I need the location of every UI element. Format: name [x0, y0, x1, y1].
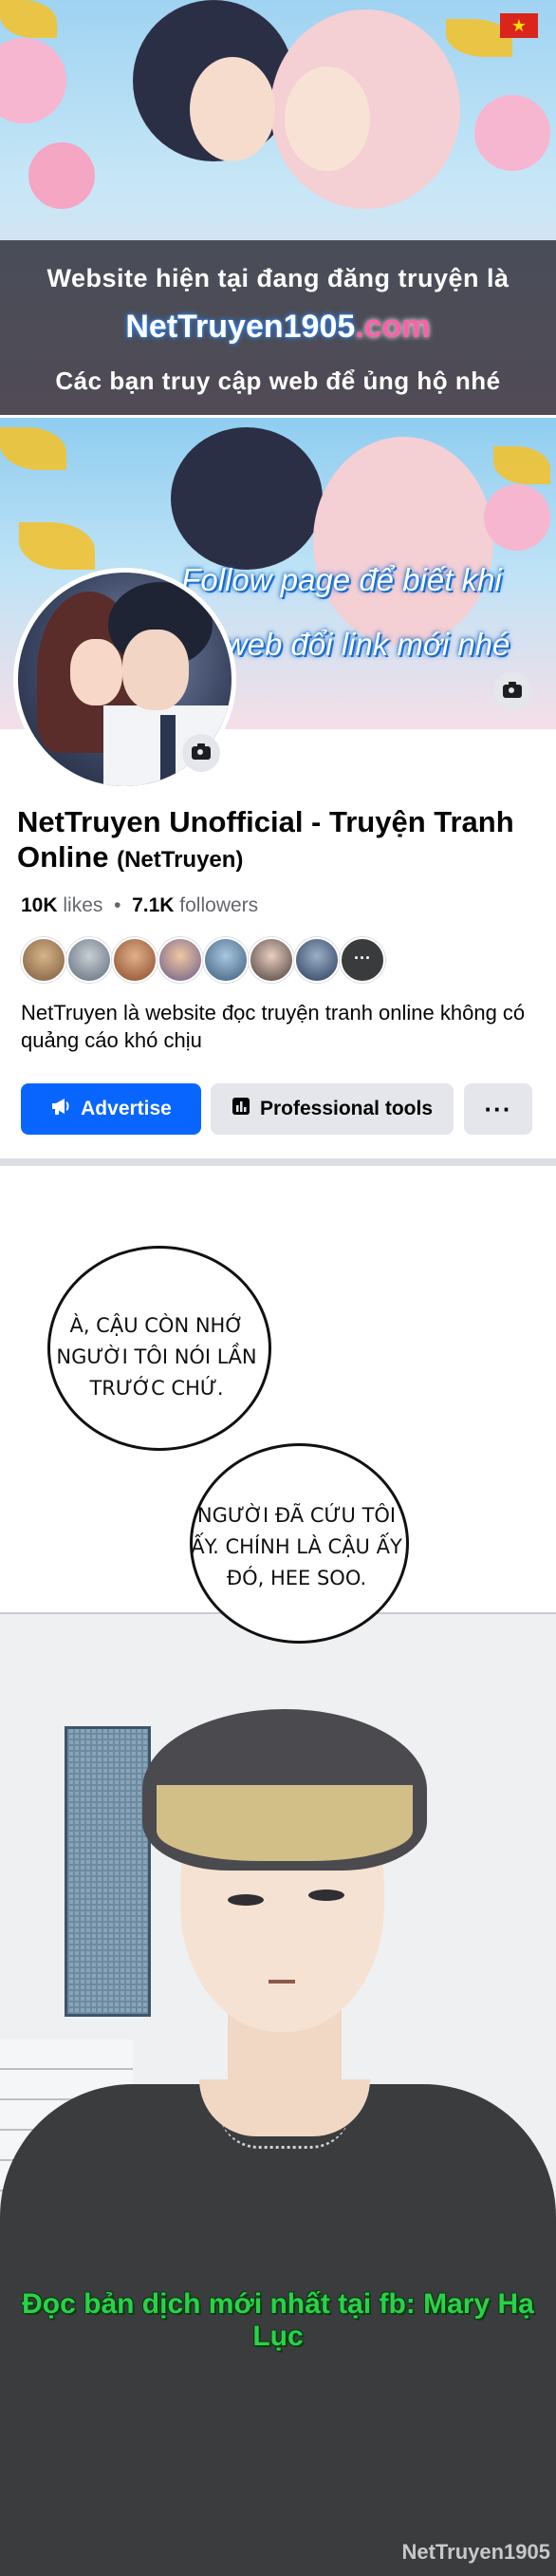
- speech-bubble-text: À, CẬU CÒN NHỚ NGƯỜI TÔI NÓI LẦN TRƯỚC C…: [56, 1314, 257, 1400]
- site-domain: .com: [355, 309, 431, 345]
- followers-count: 7.1K: [132, 894, 175, 916]
- leaf-decoration: [0, 427, 66, 470]
- followers-label[interactable]: followers: [179, 894, 258, 916]
- vietnam-flag-icon: ★: [500, 13, 538, 38]
- flower-decoration: [0, 38, 66, 123]
- page-stats: 10K likes • 7.1K followers: [21, 894, 258, 917]
- character-hair: [171, 427, 323, 570]
- page-handle: (NetTruyen): [117, 847, 244, 873]
- speech-bubble-text: NGƯỜI ĐÃ CỨU TÔI ẤY. CHÍNH LÀ CẬU ẤY ĐÓ,…: [191, 1504, 402, 1589]
- avatar[interactable]: [294, 937, 340, 983]
- advertise-button[interactable]: Advertise: [21, 1083, 201, 1135]
- more-followers-icon[interactable]: ···: [340, 937, 385, 983]
- page-about: NetTruyen là website đọc truyện tranh on…: [21, 1001, 526, 1052]
- character-hair: [313, 437, 493, 646]
- section-divider: [0, 1158, 556, 1166]
- leaf-decoration: [0, 0, 57, 38]
- page-name: NetTruyen Unofficial - Truyện Tranh Onli…: [17, 805, 514, 874]
- stats-separator: •: [114, 894, 121, 916]
- ellipsis-icon: ···: [484, 1094, 512, 1123]
- professional-tools-label: Professional tools: [259, 1098, 434, 1119]
- site-watermark: NetTruyen1905: [401, 2540, 550, 2564]
- edit-cover-camera-icon[interactable]: [493, 672, 531, 710]
- avatar[interactable]: [112, 937, 158, 983]
- likes-label[interactable]: likes: [63, 894, 102, 916]
- leaf-decoration: [493, 446, 550, 484]
- avatar[interactable]: [21, 937, 66, 983]
- banner-headline: Website hiện tại đang đăng truyện là: [46, 264, 510, 292]
- page-title: NetTruyen Unofficial - Truyện Tranh Onli…: [17, 804, 548, 877]
- character-face: [190, 57, 275, 161]
- edit-profile-camera-icon[interactable]: [182, 734, 220, 772]
- leaf-decoration: [19, 522, 95, 570]
- banner-subline: Các bạn truy cập web để ủng hộ nhé: [55, 367, 501, 395]
- avatar[interactable]: [66, 937, 112, 983]
- banner-site-link[interactable]: NetTruyen1905.com: [0, 309, 556, 346]
- character-mouth: [269, 1980, 295, 1984]
- character-hair-highlight: [157, 1785, 413, 1861]
- flower-decoration: [28, 142, 95, 209]
- character-necklace: [218, 2108, 351, 2149]
- flower-decoration: [484, 484, 550, 551]
- more-options-button[interactable]: ···: [464, 1083, 532, 1135]
- professional-tools-button[interactable]: Professional tools: [211, 1083, 454, 1135]
- dashboard-icon: [232, 1097, 250, 1121]
- avatar[interactable]: [203, 937, 249, 983]
- site-name: NetTruyen1905: [125, 309, 356, 345]
- likes-count: 10K: [21, 894, 58, 916]
- character-eye: [228, 1894, 264, 1906]
- character-eye: [308, 1890, 344, 1901]
- flower-decoration: [474, 95, 550, 171]
- window-illustration: [65, 1726, 151, 2017]
- translator-credit: Đọc bản dịch mới nhất tại fb: Mary Hạ Lụ…: [22, 2288, 534, 2352]
- avatar[interactable]: [158, 937, 203, 983]
- megaphone-icon: [50, 1097, 71, 1121]
- character-face: [285, 66, 370, 171]
- avatar[interactable]: [249, 937, 294, 983]
- advertise-label: Advertise: [81, 1098, 172, 1119]
